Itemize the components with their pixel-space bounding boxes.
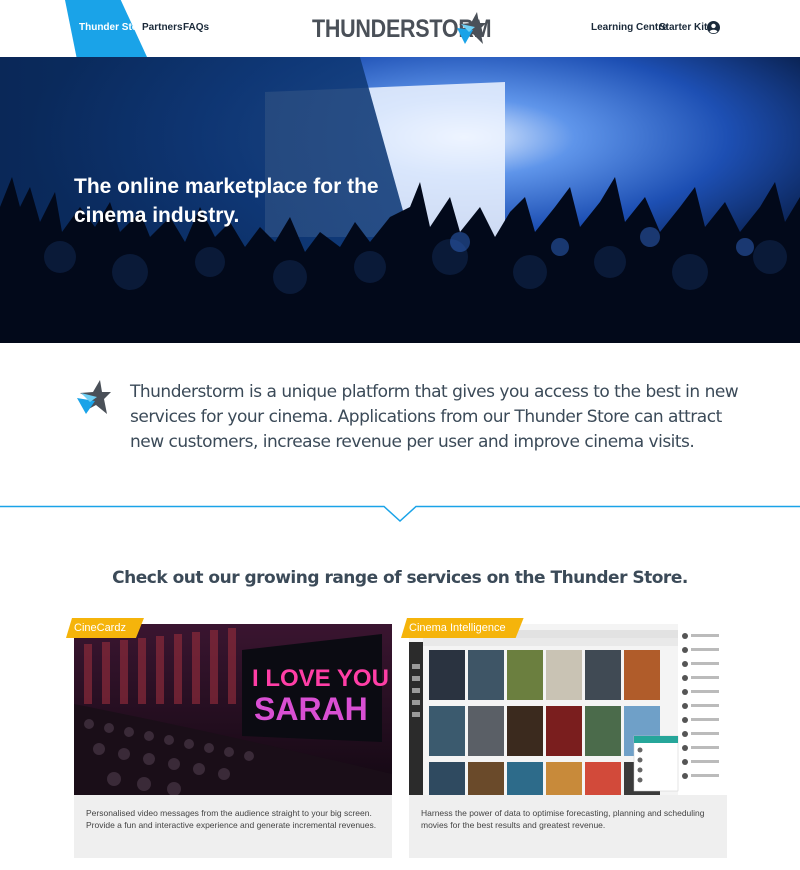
site-header: Thunder Store Partners FAQs THUNDERSTORM…: [0, 0, 800, 57]
intro-text: Thunderstorm is a unique platform that g…: [130, 382, 739, 452]
nav-starter-kit[interactable]: Starter Kit: [659, 22, 707, 33]
page: Thunder Store Partners FAQs THUNDERSTORM…: [0, 0, 800, 870]
nav-faqs[interactable]: FAQs: [183, 22, 209, 33]
screen-text-line1: I LOVE YOU: [252, 665, 389, 692]
cinema-intelligence-image: [409, 624, 727, 795]
cinecardz-image: I LOVE YOU SARAH: [74, 624, 392, 795]
logo-star-icon: [457, 12, 486, 44]
cinecardz-description: Personalised video messages from the aud…: [86, 808, 377, 830]
nav-thunder-store[interactable]: Thunder Store: [79, 22, 147, 33]
service-card-cinema-intelligence[interactable]: Harness the power of data to optimise fo…: [409, 624, 727, 858]
nav-learning-centre[interactable]: Learning Centre: [591, 22, 668, 33]
cinema-intelligence-description: Harness the power of data to optimise fo…: [421, 808, 705, 830]
section-divider: [0, 505, 800, 523]
hero-banner: The online marketplace for the cinema in…: [0, 57, 800, 343]
cinema-intelligence-tag: Cinema Intelligence: [401, 618, 524, 638]
services-heading: Check out our growing range of services …: [112, 568, 688, 588]
cinecardz-tag: CineCardz: [66, 618, 144, 638]
screen-text-line2: SARAH: [254, 691, 368, 727]
nav-partners[interactable]: Partners: [142, 22, 183, 33]
hero-title: The online marketplace for the cinema in…: [74, 175, 379, 227]
user-circle-icon[interactable]: [707, 21, 720, 34]
thunderstorm-star-icon: [77, 380, 111, 414]
thunderstorm-logo[interactable]: THUNDERSTORM: [312, 10, 492, 48]
service-card-cinecardz[interactable]: I LOVE YOU SARAH Personalised video mess…: [74, 624, 392, 858]
logo-text: THUNDERSTORM: [312, 14, 492, 43]
